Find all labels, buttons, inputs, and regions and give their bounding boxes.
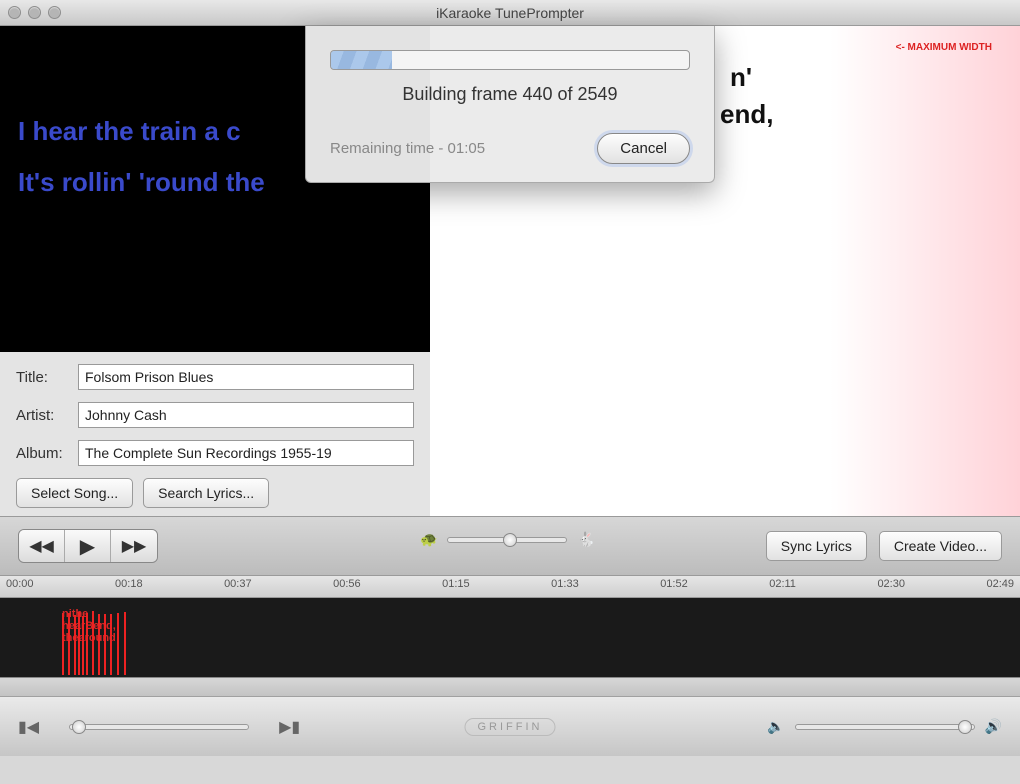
sync-lyrics-button[interactable]: Sync Lyrics <box>766 531 867 561</box>
album-label: Album: <box>16 445 78 462</box>
timeline-tick: 02:49 <box>986 578 1014 590</box>
select-song-button[interactable]: Select Song... <box>16 478 133 508</box>
timeline-tick: 01:52 <box>660 578 688 590</box>
forward-button[interactable]: ▶▶ <box>111 530 157 562</box>
timeline-tick: 02:11 <box>769 578 796 590</box>
window-titlebar: iKaraoke TunePrompter <box>0 0 1020 26</box>
volume-slider-thumb[interactable] <box>958 720 972 734</box>
artist-label: Artist: <box>16 407 78 424</box>
export-range-icons: ▮◀ ▶▮ <box>18 717 300 737</box>
progress-bar <box>330 50 690 70</box>
volume-area: 🔈 🔊 <box>767 718 1002 735</box>
build-progress-dialog: Building frame 440 of 2549 Remaining tim… <box>305 26 715 183</box>
title-field[interactable] <box>78 364 414 390</box>
timeline-tick: 00:56 <box>333 578 361 590</box>
play-button[interactable]: ▶ <box>65 530 111 562</box>
play-icon: ▶ <box>80 534 95 559</box>
export-range-slider[interactable] <box>69 724 249 730</box>
max-width-indicator <box>830 26 1020 516</box>
forward-icon: ▶▶ <box>122 536 147 556</box>
speed-slider-thumb[interactable] <box>503 533 517 547</box>
speed-slider[interactable] <box>447 537 567 543</box>
timeline-tick: 01:15 <box>442 578 470 590</box>
volume-high-icon: 🔊 <box>985 718 1002 735</box>
brand-logo: GRIFFIN <box>465 718 556 736</box>
timeline-tick: 00:18 <box>115 578 143 590</box>
max-width-label: <- MAXIMUM WIDTH <box>896 42 992 53</box>
cancel-button[interactable]: Cancel <box>597 133 690 164</box>
album-field[interactable] <box>78 440 414 466</box>
timeline-tick: 01:33 <box>551 578 579 590</box>
remaining-time-text: Remaining time - 01:05 <box>330 140 485 157</box>
transport-bar: ◀◀ ▶ ▶▶ 🐢 🐇 Sync Lyrics Create Video... <box>0 516 1020 576</box>
progress-status-text: Building frame 440 of 2549 <box>330 84 690 105</box>
turtle-icon: 🐢 <box>420 531 437 548</box>
rewind-button[interactable]: ◀◀ <box>19 530 65 562</box>
transport-controls: ◀◀ ▶ ▶▶ <box>18 529 158 563</box>
song-metadata-panel: Title: Artist: Album: Select Song... Sea… <box>0 352 430 516</box>
progress-bar-fill <box>331 51 392 69</box>
export-in-icon[interactable]: ▮◀ <box>18 717 39 737</box>
volume-low-icon: 🔈 <box>767 718 784 735</box>
bottom-bar: ▮◀ ▶▮ GRIFFIN 🔈 🔊 <box>0 696 1020 756</box>
track-red-bars <box>62 606 132 675</box>
rewind-icon: ◀◀ <box>29 536 54 556</box>
timeline-panel: 00:00 00:18 00:37 00:56 01:15 01:33 01:52 02:11… <box>0 576 1020 696</box>
speed-slider-area: 🐢 🐇 <box>420 531 595 548</box>
timeline-footer-strip <box>0 678 1020 696</box>
create-video-button[interactable]: Create Video... <box>879 531 1002 561</box>
rabbit-icon: 🐇 <box>577 531 594 548</box>
artist-field[interactable] <box>78 402 414 428</box>
timeline-tick: 02:30 <box>877 578 905 590</box>
search-lyrics-button[interactable]: Search Lyrics... <box>143 478 269 508</box>
title-label: Title: <box>16 369 78 386</box>
window-title: iKaraoke TunePrompter <box>0 5 1020 21</box>
export-range-thumb[interactable] <box>72 720 86 734</box>
volume-slider[interactable] <box>795 724 975 730</box>
timeline-ruler[interactable]: 00:00 00:18 00:37 00:56 01:15 01:33 01:52 02:11… <box>0 576 1020 598</box>
export-out-icon[interactable]: ▶▮ <box>279 717 300 737</box>
lyrics-track[interactable]: nithe hearBend, thearound <box>0 598 1020 678</box>
timeline-tick: 00:00 <box>6 578 34 590</box>
timeline-tick: 00:37 <box>224 578 252 590</box>
